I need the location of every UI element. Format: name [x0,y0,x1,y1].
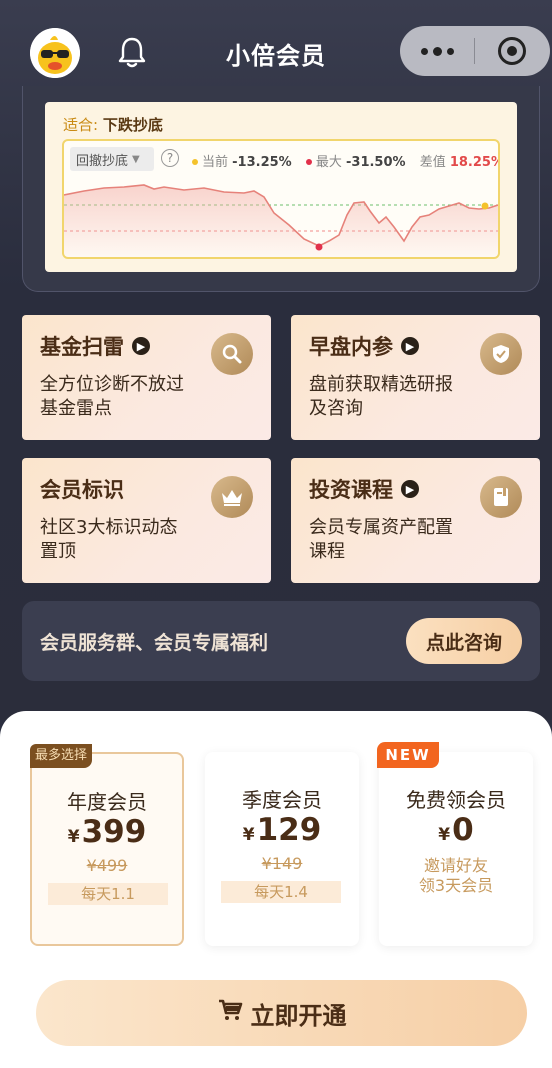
plan-daily-price: 每天1.4 [221,881,341,903]
plan-name: 年度会员 [67,790,147,814]
book-icon [480,476,522,518]
plan-price: ¥0 [438,812,474,848]
cta-label: 立即开通 [250,1002,347,1030]
feature-card-course[interactable]: 投资课程 ▶ 会员专属资产配置课程 [291,458,540,583]
crown-icon [211,476,253,518]
magnifier-icon [211,333,253,375]
open-membership-button[interactable]: 立即开通 [36,980,527,1046]
plan-price: ¥129 [242,812,322,848]
new-badge: NEW [377,742,439,768]
close-capsule-icon[interactable] [475,37,549,65]
mini-program-capsule [400,26,550,76]
feature-title: 投资课程 ▶ [309,474,419,504]
drawdown-chart-card: 适合: 下跌抄底 回撤抄底 ▼ ? 当前 -13.25% 最大 -31.50% … [45,102,517,272]
feature-title: 会员标识 [40,478,124,502]
chart-area: 回撤抄底 ▼ ? 当前 -13.25% 最大 -31.50% 差值 18.25% [62,139,500,259]
current-point [481,202,489,210]
invite-text: 邀请好友 领3天会员 [418,856,494,895]
plan-card-yearly[interactable]: 年度会员 ¥399 ¥499 每天1.1 [30,752,184,946]
max-drawdown-point [315,243,323,251]
shield-check-icon [480,333,522,375]
caret-down-icon: ▼ [132,153,140,165]
feature-title: 早盘内参 ▶ [309,331,419,361]
plan-price: ¥399 [67,814,147,850]
feature-card-fund-scan[interactable]: 基金扫雷 ▶ 全方位诊断不放过基金雷点 [22,315,271,440]
plan-card-free[interactable]: 免费领会员 ¥0 邀请好友 领3天会员 [379,752,533,946]
suitable-text: 适合: 下跌抄底 [63,116,163,134]
feature-desc: 盘前获取精选研报及咨询 [309,374,453,419]
arrow-right-icon: ▶ [401,337,419,355]
current-dot-icon [192,158,198,165]
plan-card-quarterly[interactable]: 季度会员 ¥129 ¥149 每天1.4 [205,752,359,946]
arrow-right-icon: ▶ [401,480,419,498]
cart-icon [217,998,243,1029]
feature-title: 基金扫雷 ▶ [40,331,150,361]
consult-banner: 会员服务群、会员专属福利 点此咨询 [22,601,540,681]
drawdown-line-chart [64,184,498,257]
header: 小倍会员 [0,0,552,100]
plan-name: 免费领会员 [406,788,506,812]
feature-card-morning-brief[interactable]: 早盘内参 ▶ 盘前获取精选研报及咨询 [291,315,540,440]
most-chosen-badge: 最多选择 [30,744,92,768]
feature-desc: 社区3大标识动态置顶 [40,517,178,562]
max-dot-icon [305,158,312,165]
more-icon[interactable] [400,46,474,56]
plan-daily-price: 每天1.1 [48,883,168,905]
indicator-dropdown[interactable]: 回撤抄底 ▼ [70,147,154,171]
plan-original-price: ¥499 [86,856,128,875]
feature-card-member-badge[interactable]: 会员标识 社区3大标识动态置顶 [22,458,271,583]
dropdown-label: 回撤抄底 [76,153,129,169]
chart-legend: 当前 -13.25% 最大 -31.50% 差值 18.25% [192,151,498,170]
plan-original-price: ¥149 [261,854,303,873]
arrow-right-icon: ▶ [132,337,150,355]
feature-desc: 会员专属资产配置课程 [309,517,453,562]
feature-desc: 全方位诊断不放过基金雷点 [40,374,184,419]
consult-text: 会员服务群、会员专属福利 [40,632,269,654]
consult-button[interactable]: 点此咨询 [406,618,522,664]
plan-name: 季度会员 [242,788,322,812]
help-icon[interactable]: ? [161,149,179,167]
